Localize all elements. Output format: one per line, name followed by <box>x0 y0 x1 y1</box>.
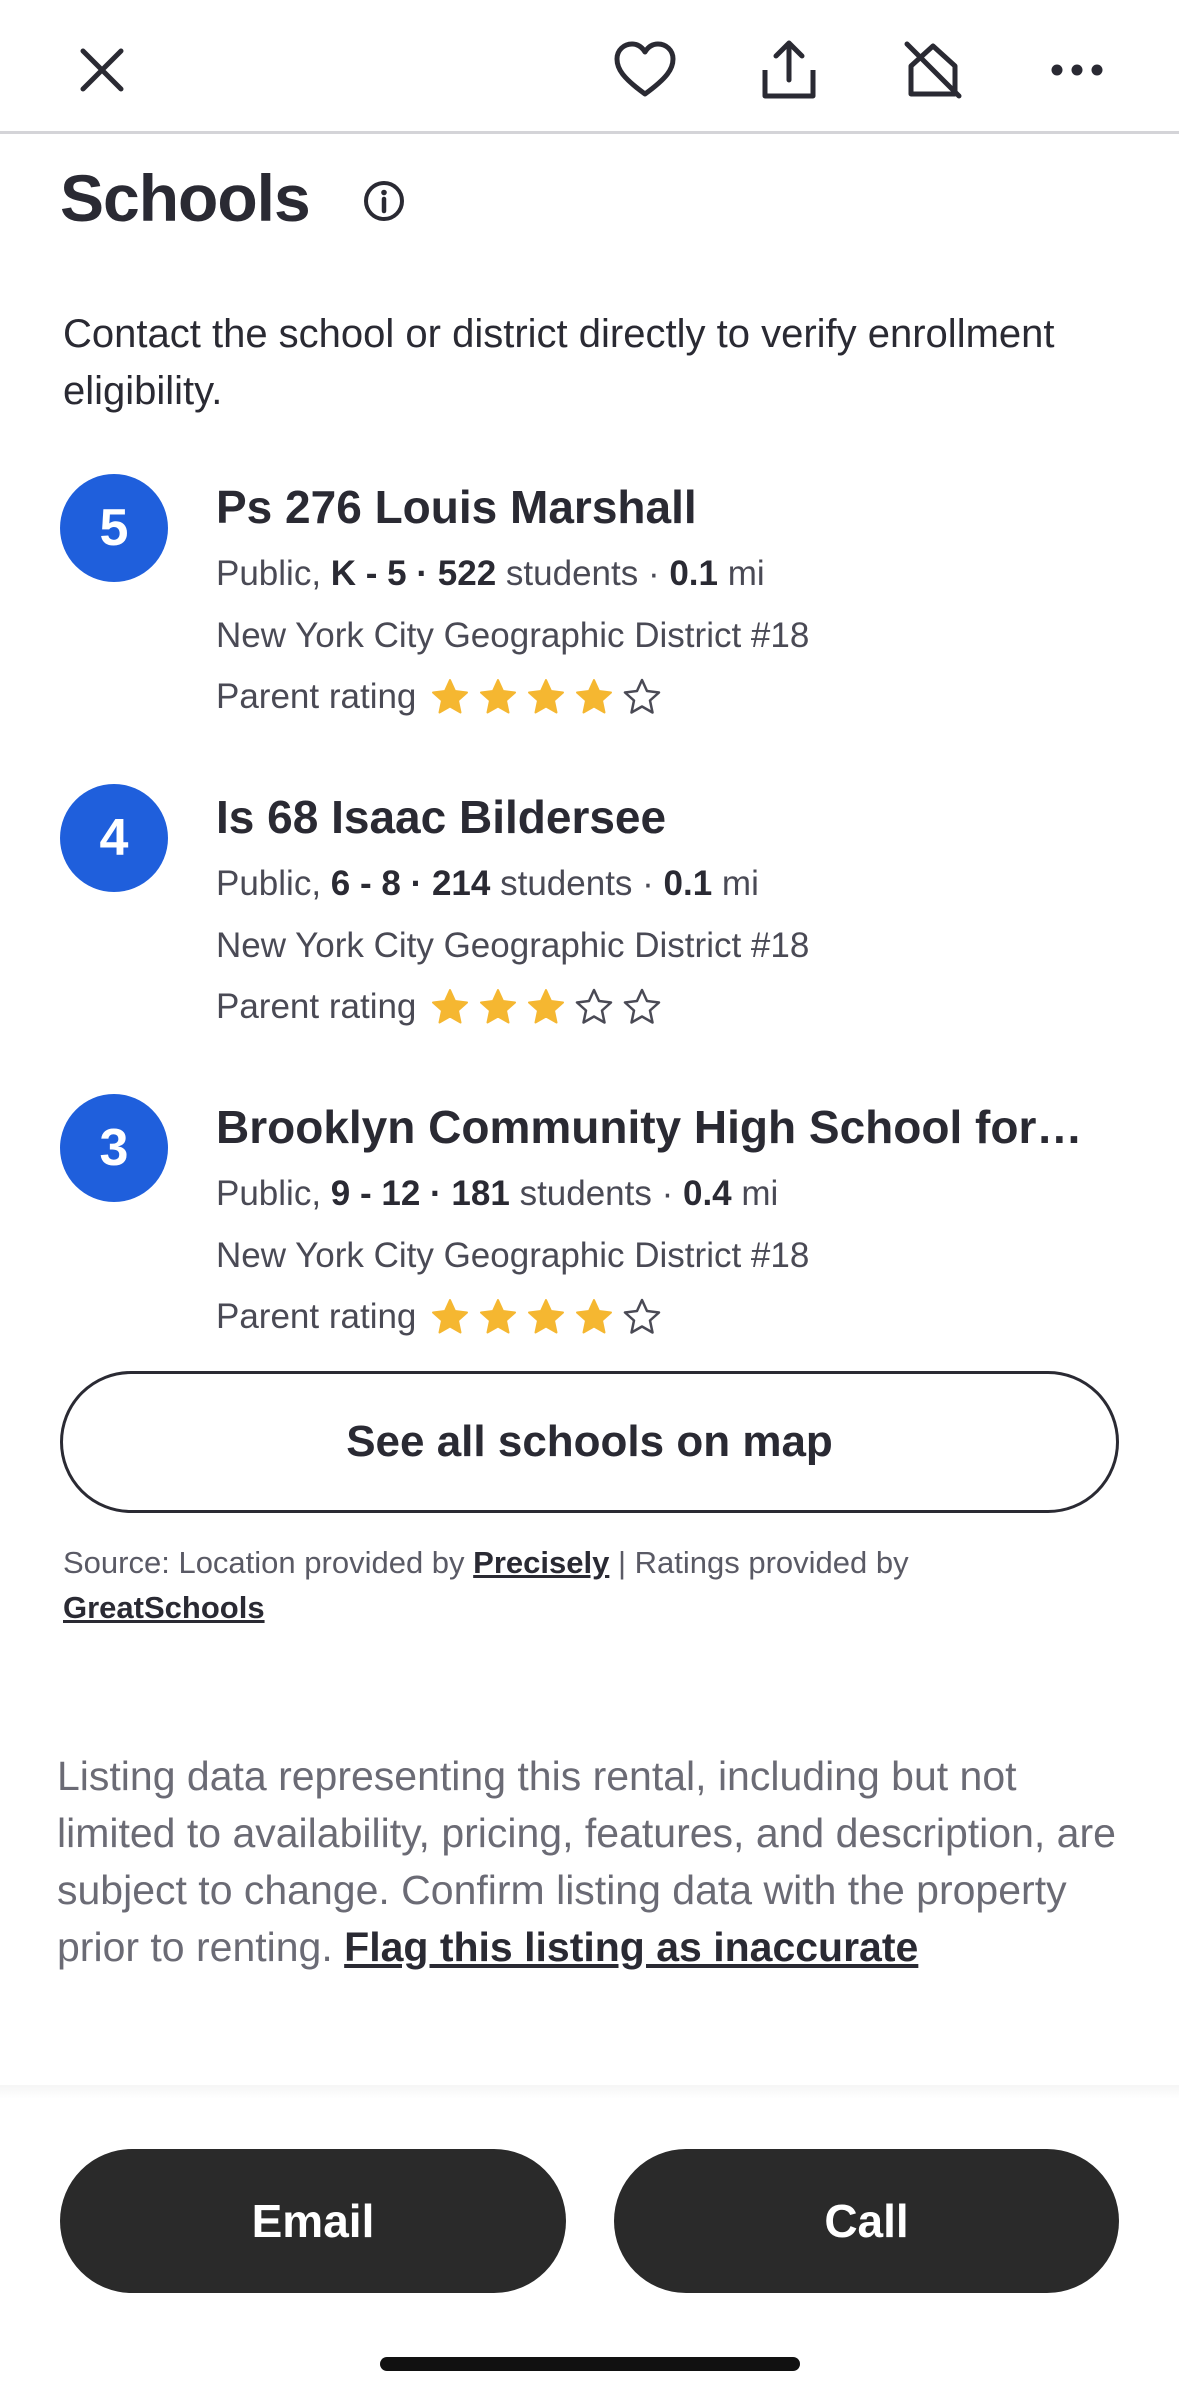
parent-rating: Parent rating <box>216 677 670 717</box>
hide-home-icon[interactable] <box>891 28 975 112</box>
school-district: New York City Geographic District #18 <box>216 926 810 965</box>
school-grades: 9 - 12 <box>330 1174 421 1213</box>
section-title: Schools <box>60 161 311 235</box>
school-rating-badge: 3 <box>60 1094 168 1202</box>
distance-unit: mi <box>727 554 765 593</box>
star-filled-icon <box>480 1299 517 1334</box>
source-attribution: Source: Location provided by Precisely |… <box>63 1540 1133 1630</box>
parent-rating-label: Parent rating <box>216 987 417 1026</box>
school-students: 522 <box>437 554 497 593</box>
enrollment-note: Contact the school or district directly … <box>63 312 1055 413</box>
share-icon[interactable] <box>747 28 831 112</box>
star-empty-icon <box>624 988 661 1024</box>
call-button[interactable]: Call <box>614 2149 1119 2293</box>
star-filled-icon <box>576 679 613 714</box>
star-filled-icon <box>432 679 469 714</box>
parent-rating: Parent rating <box>216 987 670 1027</box>
star-rating <box>430 1297 670 1337</box>
listing-disclaimer: Listing data representing this rental, i… <box>57 1748 1137 1976</box>
school-distance: 0.4 <box>682 1174 732 1213</box>
school-students: 181 <box>451 1174 510 1213</box>
star-empty-icon <box>624 678 661 714</box>
flag-listing-link[interactable]: Flag this listing as inaccurate <box>344 1924 918 1970</box>
parent-rating-label: Parent rating <box>216 677 417 716</box>
precisely-link[interactable]: Precisely <box>473 1545 609 1580</box>
school-district: New York City Geographic District #18 <box>216 1236 810 1275</box>
school-district: New York City Geographic District #18 <box>216 616 810 655</box>
home-indicator <box>380 2357 800 2371</box>
email-button[interactable]: Email <box>60 2149 566 2293</box>
school-type: Public, <box>216 864 322 903</box>
star-filled-icon <box>576 1299 613 1334</box>
school-rating-badge: 4 <box>60 784 168 892</box>
heart-icon[interactable] <box>603 28 687 112</box>
school-rating-badge: 5 <box>60 474 168 582</box>
students-label: students <box>505 554 639 593</box>
close-icon[interactable] <box>60 28 144 112</box>
school-grades: K - 5 <box>330 554 407 593</box>
star-filled-icon <box>480 989 517 1024</box>
distance-unit: mi <box>741 1174 779 1213</box>
school-meta: Public, 6 - 8 · 214 students · 0.1 mi <box>216 864 759 903</box>
school-distance: 0.1 <box>669 554 718 593</box>
school-type: Public, <box>216 554 322 593</box>
star-filled-icon <box>528 989 565 1024</box>
source-middle: | Ratings provided by <box>617 1545 909 1580</box>
school-type: Public, <box>216 1174 322 1213</box>
school-grades: 6 - 8 <box>330 864 401 903</box>
star-filled-icon <box>480 679 517 714</box>
school-name[interactable]: Brooklyn Community High School for… <box>216 1100 1126 1154</box>
school-distance: 0.1 <box>663 864 713 903</box>
star-filled-icon <box>432 1299 469 1334</box>
bottom-bar-divider <box>0 2085 1179 2099</box>
distance-unit: mi <box>721 864 759 903</box>
students-label: students <box>519 1174 652 1213</box>
info-icon[interactable] <box>362 179 406 223</box>
school-students: 214 <box>431 864 491 903</box>
school-row[interactable]: 5 Ps 276 Louis Marshall Public, K - 5 · 52… <box>0 474 1179 734</box>
students-label: students <box>500 864 633 903</box>
star-filled-icon <box>432 989 469 1024</box>
school-row[interactable]: 4 Is 68 Isaac Bildersee Public, 6 - 8 · 21… <box>0 784 1179 1044</box>
more-icon[interactable] <box>1035 28 1119 112</box>
star-filled-icon <box>528 1299 565 1334</box>
top-toolbar <box>0 0 1179 134</box>
school-meta: Public, K - 5 · 522 students · 0.1 mi <box>216 554 765 593</box>
source-prefix: Source: Location provided by <box>63 1545 465 1580</box>
star-filled-icon <box>528 679 565 714</box>
star-rating <box>430 677 670 717</box>
parent-rating-label: Parent rating <box>216 1297 417 1336</box>
star-rating <box>430 987 670 1027</box>
parent-rating: Parent rating <box>216 1297 670 1337</box>
school-name[interactable]: Ps 276 Louis Marshall <box>216 480 1126 534</box>
star-empty-icon <box>624 1298 661 1334</box>
school-row[interactable]: 3 Brooklyn Community High School for… Publ… <box>0 1094 1179 1354</box>
see-all-schools-button[interactable]: See all schools on map <box>60 1371 1119 1513</box>
greatschools-link[interactable]: GreatSchools <box>63 1590 265 1625</box>
star-empty-icon <box>576 988 613 1024</box>
school-name[interactable]: Is 68 Isaac Bildersee <box>216 790 1126 844</box>
school-meta: Public, 9 - 12 · 181 students · 0.4 mi <box>216 1174 779 1213</box>
